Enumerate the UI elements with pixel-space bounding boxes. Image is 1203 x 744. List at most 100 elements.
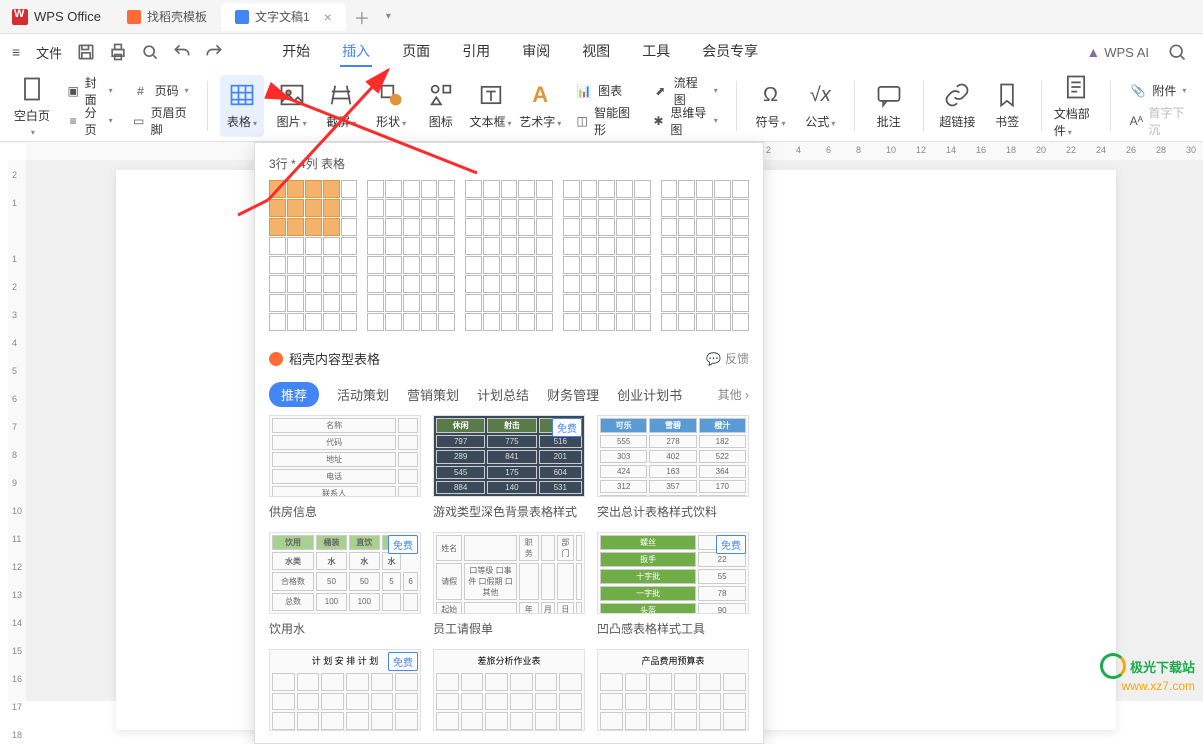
table-button[interactable]: 表格▾ [220,75,264,137]
tab-options-button[interactable]: ▾ [378,11,399,22]
grid-cell[interactable] [661,180,678,198]
grid-cell[interactable] [367,294,384,312]
grid-cell[interactable] [483,180,500,198]
shape-button[interactable]: 形状▾ [369,75,413,137]
grid-cell[interactable] [536,199,553,217]
grid-cell[interactable] [732,180,749,198]
tab-view[interactable]: 视图 [580,37,612,67]
grid-cell[interactable] [563,218,580,236]
docer-tab-finance[interactable]: 财务管理 [547,385,599,404]
grid-cell[interactable] [616,275,633,293]
docer-tab-marketing[interactable]: 营销策划 [407,385,459,404]
grid-cell[interactable] [403,199,420,217]
grid-cell[interactable] [563,313,580,331]
grid-cell[interactable] [305,294,322,312]
grid-cell[interactable] [305,180,322,198]
grid-cell[interactable] [678,218,695,236]
print-icon[interactable] [108,42,128,62]
grid-cell[interactable] [305,256,322,274]
file-menu[interactable]: 文件 [30,43,68,62]
grid-cell[interactable] [598,294,615,312]
grid-cell[interactable] [634,199,651,217]
grid-cell[interactable] [634,275,651,293]
grid-cell[interactable] [287,294,304,312]
grid-cell[interactable] [465,180,482,198]
grid-cell[interactable] [403,256,420,274]
grid-cell[interactable] [696,199,713,217]
grid-cell[interactable] [581,180,598,198]
grid-cell[interactable] [732,218,749,236]
hamburger-icon[interactable]: ≡ [12,44,26,60]
grid-cell[interactable] [421,237,438,255]
grid-cell[interactable] [536,218,553,236]
grid-cell[interactable] [696,275,713,293]
grid-cell[interactable] [367,180,384,198]
grid-cell[interactable] [634,218,651,236]
grid-cell[interactable] [696,294,713,312]
cover-button[interactable]: ▣封面▾ [60,77,119,105]
grid-cell[interactable] [341,313,358,331]
picture-button[interactable]: 图片▾ [270,75,314,137]
grid-cell[interactable] [563,256,580,274]
grid-cell[interactable] [661,313,678,331]
grid-cell[interactable] [661,294,678,312]
grid-cell[interactable] [518,180,535,198]
grid-cell[interactable] [421,256,438,274]
grid-cell[interactable] [581,294,598,312]
wps-ai-button[interactable]: ▲ WPS AI [1086,44,1149,60]
grid-cell[interactable] [367,218,384,236]
grid-cell[interactable] [341,237,358,255]
grid-cell[interactable] [581,237,598,255]
grid-cell[interactable] [483,275,500,293]
mindmap-button[interactable]: ✱思维导图▾ [645,107,724,135]
grid-cell[interactable] [403,218,420,236]
grid-cell[interactable] [581,256,598,274]
flowchart-button[interactable]: ⬈流程图▾ [645,77,724,105]
tab-reference[interactable]: 引用 [460,37,492,67]
grid-cell[interactable] [385,218,402,236]
grid-cell[interactable] [714,294,731,312]
grid-cell[interactable] [581,199,598,217]
grid-cell[interactable] [661,218,678,236]
docer-tab-recommend[interactable]: 推荐 [269,382,319,407]
grid-cell[interactable] [287,218,304,236]
grid-cell[interactable] [661,237,678,255]
grid-cell[interactable] [598,256,615,274]
tab-member[interactable]: 会员专享 [700,37,760,67]
grid-cell[interactable] [678,294,695,312]
hyperlink-button[interactable]: 超链接 [936,75,980,137]
grid-cell[interactable] [563,275,580,293]
grid-cell[interactable] [714,180,731,198]
search-icon[interactable] [1167,42,1187,62]
grid-cell[interactable] [714,237,731,255]
grid-cell[interactable] [714,313,731,331]
grid-cell[interactable] [367,199,384,217]
grid-cell[interactable] [714,199,731,217]
grid-cell[interactable] [403,275,420,293]
grid-cell[interactable] [732,237,749,255]
grid-cell[interactable] [714,218,731,236]
tab-tools[interactable]: 工具 [640,37,672,67]
grid-cell[interactable] [367,313,384,331]
grid-cell[interactable] [483,237,500,255]
tab-review[interactable]: 审阅 [520,37,552,67]
grid-cell[interactable] [616,313,633,331]
grid-cell[interactable] [421,199,438,217]
grid-cell[interactable] [518,256,535,274]
template-card[interactable]: 免费螺丝42扳手22十字批55一字批78头盔90凹凸感表格样式工具 [597,532,749,637]
grid-cell[interactable] [269,199,286,217]
grid-cell[interactable] [403,180,420,198]
grid-cell[interactable] [421,275,438,293]
grid-cell[interactable] [501,218,518,236]
grid-cell[interactable] [696,218,713,236]
grid-cell[interactable] [598,180,615,198]
grid-cell[interactable] [678,275,695,293]
print-preview-icon[interactable] [140,42,160,62]
grid-cell[interactable] [732,313,749,331]
grid-cell[interactable] [563,294,580,312]
attachment-button[interactable]: 📎附件▾ [1122,77,1193,105]
grid-cell[interactable] [518,237,535,255]
grid-cell[interactable] [421,218,438,236]
template-card[interactable]: 姓名职务部门请假口等级 口事件 口假期 口其他起始年月日请假代理人(本人签字)部… [433,532,585,637]
grid-cell[interactable] [536,256,553,274]
